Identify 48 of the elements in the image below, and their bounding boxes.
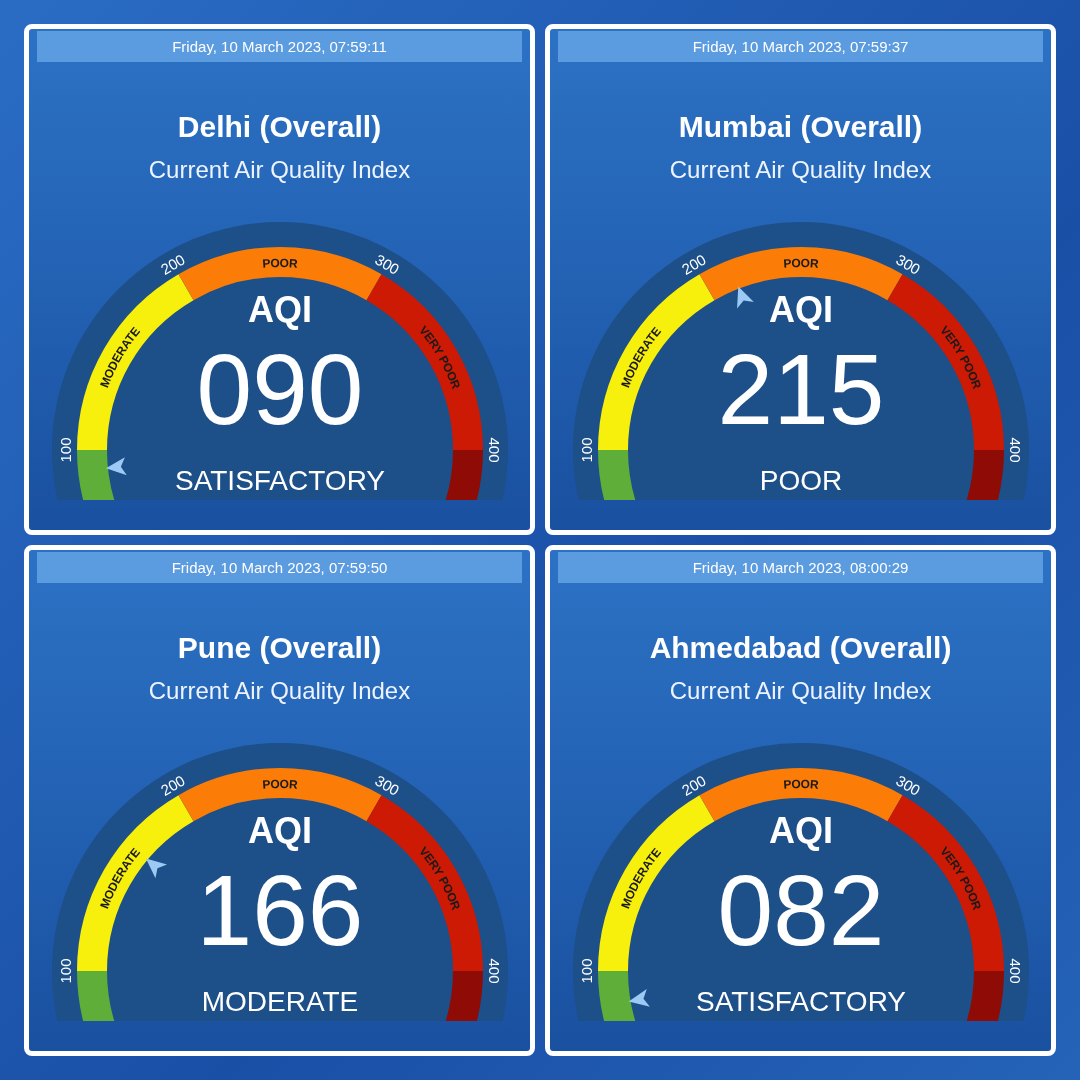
city-title: Delhi (Overall) — [177, 110, 382, 144]
scale-tick-label: 100 — [577, 958, 595, 984]
scale-tick-label: 400 — [485, 437, 503, 463]
aqi-value: 166 — [196, 854, 363, 966]
aqi-category: SATISFACTORY — [695, 986, 906, 1017]
aqi-category: MODERATE — [201, 986, 358, 1017]
scale-tick-label: 300 — [371, 250, 402, 278]
band-label: POOR — [782, 776, 819, 792]
subtitle: Current Air Quality Index — [148, 156, 411, 184]
pointer-icon — [736, 286, 754, 309]
city-title: Ahmedabad (Overall) — [649, 631, 952, 665]
band-label: POOR — [261, 255, 298, 271]
aqi-value: 082 — [717, 854, 884, 966]
subtitle: Current Air Quality Index — [148, 677, 411, 705]
aqi-value: 090 — [196, 333, 363, 445]
subtitle: Current Air Quality Index — [669, 677, 932, 705]
band-label: POOR — [261, 776, 298, 792]
subtitle: Current Air Quality Index — [669, 156, 932, 184]
aqi-value: 215 — [717, 333, 884, 445]
scale-tick-label: 400 — [485, 958, 503, 984]
scale-tick-label: 100 — [577, 437, 595, 463]
timestamp-bar: Friday, 10 March 2023, 08:00:29 — [558, 552, 1043, 583]
band-label: POOR — [782, 255, 819, 271]
scale-tick-label: 300 — [892, 771, 923, 799]
scale-tick-label: 100 — [56, 437, 74, 463]
aqi-heading: AQI — [768, 289, 833, 330]
scale-tick-label: 200 — [157, 771, 188, 799]
pointer-icon — [628, 989, 650, 1007]
aqi-heading: AQI — [247, 289, 312, 330]
pointer-icon — [145, 858, 167, 879]
city-title: Mumbai (Overall) — [678, 110, 923, 144]
scale-tick-label: 200 — [678, 250, 709, 278]
city-title: Pune (Overall) — [177, 631, 382, 665]
scale-tick-label: 200 — [157, 250, 188, 278]
pointer-icon — [105, 457, 127, 476]
aqi-category: SATISFACTORY — [174, 465, 385, 496]
scale-tick-label: 400 — [1006, 437, 1024, 463]
scale-tick-label: 200 — [678, 771, 709, 799]
aqi-heading: AQI — [247, 810, 312, 851]
timestamp-bar: Friday, 10 March 2023, 07:59:50 — [37, 552, 522, 583]
timestamp-bar: Friday, 10 March 2023, 07:59:37 — [558, 31, 1043, 62]
aqi-heading: AQI — [768, 810, 833, 851]
scale-tick-label: 300 — [371, 771, 402, 799]
scale-tick-label: 300 — [892, 250, 923, 278]
timestamp-bar: Friday, 10 March 2023, 07:59:11 — [37, 31, 522, 62]
aqi-category: POOR — [759, 465, 842, 496]
scale-tick-label: 100 — [56, 958, 74, 984]
scale-tick-label: 400 — [1006, 958, 1024, 984]
